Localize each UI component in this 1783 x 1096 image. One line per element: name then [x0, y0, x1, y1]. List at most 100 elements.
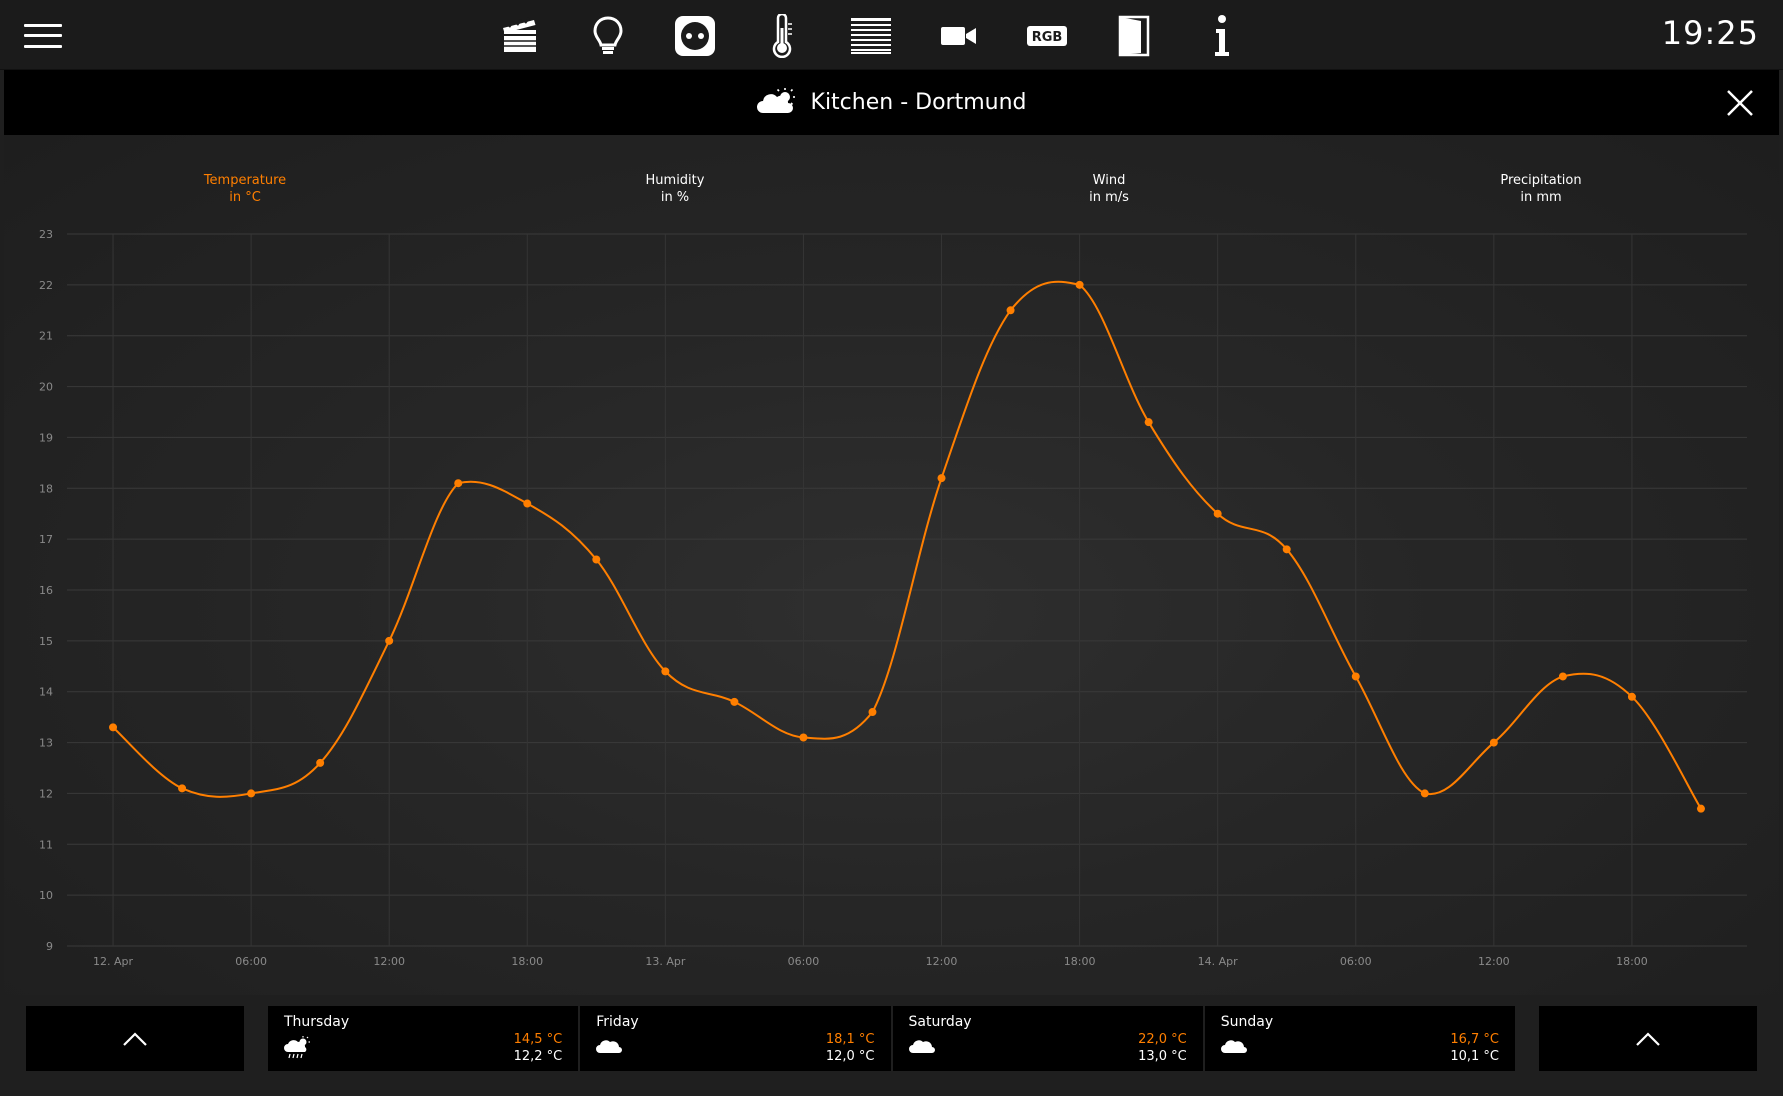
temperature-chart: 9 10 11 12 13 14 15 16 17 18 19 20 21 22 23 12. Apr 06:0… — [39, 228, 1747, 968]
tab-wind-label: Wind — [1092, 173, 1126, 188]
clock: 19:25 — [1661, 14, 1759, 52]
day-high-temp: 18,1 °C — [825, 1032, 875, 1047]
expand-right-button[interactable] — [1539, 1006, 1757, 1071]
expand-left-button[interactable] — [26, 1006, 244, 1071]
cloud-icon — [596, 1036, 624, 1060]
forecast-day[interactable]: Friday 18,1 °C 12,0 °C — [580, 1006, 891, 1071]
chevron-up-icon — [123, 1031, 147, 1046]
y-tick-label: 23 — [39, 228, 53, 241]
data-point — [109, 723, 118, 732]
data-point — [1282, 545, 1291, 554]
x-tick-label: 12:00 — [1478, 955, 1510, 968]
cloud-icon — [908, 1036, 937, 1060]
data-point — [1351, 672, 1360, 681]
door-icon[interactable] — [1110, 12, 1158, 60]
x-tick-label: 06:00 — [788, 955, 820, 968]
tab-precipitation-unit: in mm — [1520, 190, 1562, 205]
data-point — [454, 479, 463, 488]
data-point — [1489, 738, 1498, 747]
data-point — [1420, 789, 1429, 798]
data-point — [868, 708, 877, 717]
data-point — [592, 555, 601, 564]
x-tick-label: 12. Apr — [93, 955, 133, 968]
day-low-temp: 13,0 °C — [1138, 1049, 1187, 1064]
tab-temperature[interactable]: Temperature in °C — [125, 172, 365, 206]
y-tick-label: 11 — [39, 838, 53, 851]
close-button[interactable] — [1725, 88, 1755, 118]
svg-text:RGB: RGB — [1032, 30, 1063, 45]
menu-icon[interactable] — [24, 22, 62, 50]
forecast-day[interactable]: Sunday 16,7 °C 10,1 °C — [1204, 1006, 1515, 1071]
data-point — [316, 758, 325, 767]
data-point — [937, 474, 946, 483]
partly-cloudy-icon — [756, 87, 797, 119]
forecast-day[interactable]: Saturday 22,0 °C 13,0 °C — [892, 1006, 1203, 1071]
scenes-icon[interactable] — [496, 12, 544, 60]
y-tick-label: 17 — [39, 533, 53, 546]
x-tick-label: 18:00 — [511, 955, 543, 968]
rain-cloud-sun-icon — [284, 1036, 312, 1064]
data-point — [1006, 306, 1015, 315]
data-point — [178, 784, 187, 793]
thermometer-icon[interactable] — [758, 12, 806, 60]
cloud-icon — [1220, 1036, 1249, 1060]
data-point — [730, 697, 739, 706]
y-tick-label: 12 — [39, 787, 53, 800]
tab-wind-unit: in m/s — [1089, 190, 1129, 205]
day-name: Thursday — [284, 1014, 350, 1030]
data-point — [661, 667, 670, 676]
y-tick-label: 21 — [39, 330, 53, 343]
data-point — [1558, 672, 1567, 681]
camera-icon[interactable] — [935, 12, 983, 60]
tab-precipitation[interactable]: Precipitation in mm — [1421, 172, 1661, 206]
tab-temperature-unit: in °C — [229, 190, 261, 205]
data-point — [799, 733, 808, 742]
tab-humidity-unit: in % — [660, 190, 690, 205]
close-icon — [1727, 90, 1753, 116]
data-point — [1213, 509, 1222, 518]
forecast-bar: Thursday 14,5 °C 12,2 °C Friday 18,1 °C … — [0, 995, 1783, 1096]
light-bulb-icon[interactable] — [584, 12, 632, 60]
day-high-temp: 22,0 °C — [1138, 1032, 1187, 1047]
day-name: Saturday — [908, 1014, 972, 1030]
day-name: Sunday — [1220, 1014, 1274, 1030]
temperature-series-line — [112, 280, 1702, 810]
day-high-temp: 14,5 °C — [513, 1032, 563, 1047]
y-tick-label: 19 — [39, 431, 53, 444]
chart-panel: 9 10 11 12 13 14 15 16 17 18 19 20 21 22 23 12. Apr 06:0… — [4, 135, 1779, 995]
y-tick-label: 16 — [39, 584, 53, 597]
x-tick-label: 06:00 — [235, 955, 267, 968]
rgb-icon[interactable]: RGB — [1023, 12, 1071, 60]
data-point — [523, 499, 532, 508]
x-tick-label: 14. Apr — [1198, 955, 1238, 968]
top-bar: RGB 19:25 — [0, 0, 1783, 70]
tab-wind[interactable]: Wind in m/s — [989, 172, 1229, 206]
socket-icon[interactable] — [671, 12, 719, 60]
data-point — [385, 636, 394, 645]
x-tick-label: 18:00 — [1064, 955, 1096, 968]
blinds-icon[interactable] — [847, 12, 895, 60]
y-tick-label: 22 — [39, 279, 53, 292]
y-tick-label: 14 — [39, 686, 53, 699]
x-tick-label: 13. Apr — [645, 955, 685, 968]
y-tick-label: 10 — [39, 889, 53, 902]
x-tick-label: 18:00 — [1616, 955, 1648, 968]
tab-humidity-label: Humidity — [645, 173, 705, 188]
data-point — [1696, 804, 1705, 813]
tab-humidity[interactable]: Humidity in % — [555, 172, 795, 206]
forecast-days: Thursday 14,5 °C 12,2 °C Friday 18,1 °C … — [268, 1006, 1515, 1071]
info-icon[interactable] — [1198, 12, 1246, 60]
forecast-day[interactable]: Thursday 14,5 °C 12,2 °C — [268, 1006, 579, 1071]
y-tick-label: 20 — [39, 381, 53, 394]
day-low-temp: 10,1 °C — [1450, 1049, 1499, 1064]
x-tick-label: 06:00 — [1340, 955, 1372, 968]
day-name: Friday — [596, 1014, 639, 1030]
data-point — [1627, 692, 1636, 701]
data-point — [1075, 280, 1084, 289]
day-low-temp: 12,2 °C — [513, 1049, 563, 1064]
y-tick-label: 18 — [39, 482, 53, 495]
tab-precipitation-label: Precipitation — [1500, 173, 1582, 188]
day-high-temp: 16,7 °C — [1450, 1032, 1499, 1047]
y-tick-label: 9 — [46, 940, 53, 953]
x-tick-label: 12:00 — [373, 955, 405, 968]
